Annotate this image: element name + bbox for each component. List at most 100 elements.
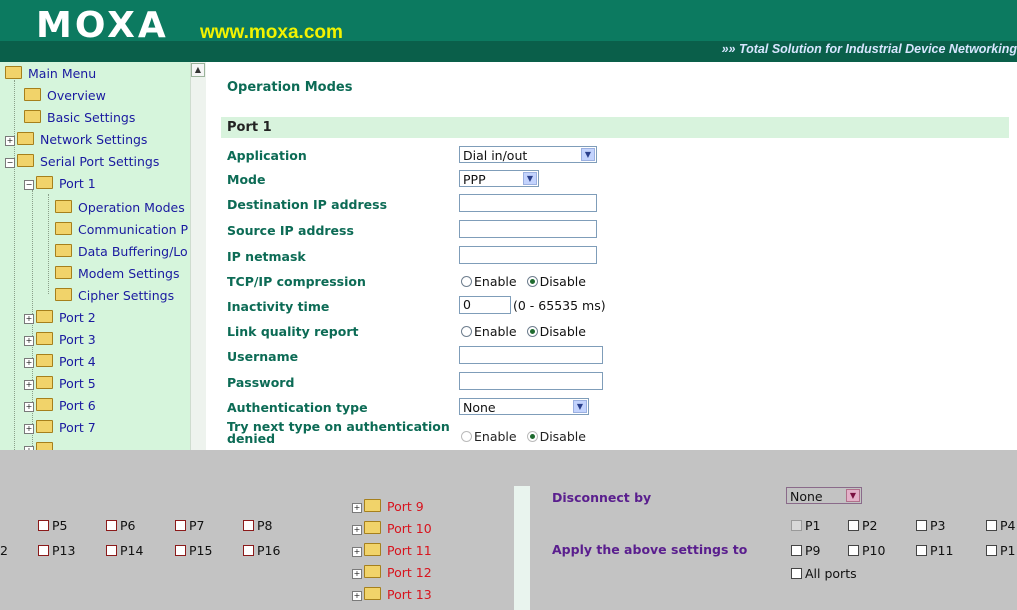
scroll-up-arrow-icon[interactable]: ▲ xyxy=(191,63,205,77)
expand-icon[interactable]: + xyxy=(352,547,362,557)
sidebar-item-cipher-settings[interactable]: Cipher Settings xyxy=(55,286,174,306)
expand-icon[interactable]: + xyxy=(24,424,34,434)
application-select[interactable]: Dial in/out ▼ xyxy=(459,146,597,163)
checkbox-icon[interactable] xyxy=(243,545,254,556)
apply-port-checkbox[interactable]: P4 xyxy=(986,518,1016,533)
left-port-checkbox[interactable]: P6 xyxy=(106,518,136,533)
left-port-checkbox[interactable]: P7 xyxy=(175,518,205,533)
expand-icon[interactable]: + xyxy=(5,136,15,146)
try-next-enable-radio[interactable] xyxy=(461,431,472,442)
try-next-disable-radio[interactable] xyxy=(526,431,538,442)
collapse-icon[interactable]: − xyxy=(5,158,15,168)
checkbox-icon[interactable] xyxy=(38,545,49,556)
sidebar-item-overview[interactable]: Overview xyxy=(24,86,106,106)
apply-port-checkbox[interactable]: P2 xyxy=(848,518,878,533)
apply-port-checkbox[interactable]: P10 xyxy=(848,543,885,558)
checkbox-icon[interactable] xyxy=(986,545,997,556)
left-port-checkbox[interactable]: P13 xyxy=(38,543,75,558)
checkbox-icon[interactable] xyxy=(175,545,186,556)
checkbox-icon[interactable] xyxy=(848,545,859,556)
sidebar-item-port-3[interactable]: + Port 3 xyxy=(24,330,96,350)
checkbox-label: P1 xyxy=(1000,543,1016,558)
sidebar-scrollbar[interactable] xyxy=(190,62,206,450)
expand-icon[interactable]: + xyxy=(24,402,34,412)
expand-icon[interactable]: + xyxy=(352,503,362,513)
sidebar-item-operation-modes[interactable]: Operation Modes xyxy=(55,198,185,218)
password-input[interactable] xyxy=(459,372,603,390)
expand-icon[interactable]: + xyxy=(352,569,362,579)
sidebar-item-port-5[interactable]: + Port 5 xyxy=(24,374,96,394)
checkbox-icon[interactable] xyxy=(791,545,802,556)
checkbox-icon[interactable] xyxy=(106,520,117,531)
checkbox-icon[interactable] xyxy=(916,545,927,556)
sidebar-item-network-settings[interactable]: + Network Settings xyxy=(5,130,147,150)
left-port-checkbox[interactable]: P15 xyxy=(175,543,212,558)
sidebar-item-label: Port 1 xyxy=(59,176,96,191)
source-ip-input[interactable] xyxy=(459,220,597,238)
sidebar-item-basic-settings[interactable]: Basic Settings xyxy=(24,108,135,128)
bottom-overlay-region: 2 P5 P6 P7 P8 P13 P14 P15 P16 + Port 9 + P… xyxy=(0,450,1017,610)
tcp-compression-label: TCP/IP compression xyxy=(227,274,366,289)
tree-port-13[interactable]: + Port 13 xyxy=(352,587,432,602)
apply-port-checkbox[interactable]: P11 xyxy=(916,543,953,558)
try-next-type-label: Try next type on authentication denied xyxy=(227,420,450,445)
auth-type-select[interactable]: None ▼ xyxy=(459,398,589,415)
ip-netmask-input[interactable] xyxy=(459,246,597,264)
sidebar-item-port-7[interactable]: + Port 7 xyxy=(24,418,96,438)
expand-icon[interactable]: + xyxy=(352,525,362,535)
tcp-compression-enable-radio[interactable] xyxy=(461,276,472,287)
expand-icon[interactable]: + xyxy=(24,358,34,368)
disconnect-by-select[interactable]: None ▼ xyxy=(786,487,862,504)
username-input[interactable] xyxy=(459,346,603,364)
sidebar-item-communication[interactable]: Communication P xyxy=(55,220,188,240)
application-label: Application xyxy=(227,148,307,163)
expand-icon[interactable]: + xyxy=(24,314,34,324)
link-quality-enable-radio[interactable] xyxy=(461,326,472,337)
inactivity-time-input[interactable]: 0 xyxy=(459,296,511,314)
tree-port-9[interactable]: + Port 9 xyxy=(352,499,424,514)
tree-port-label: Port 13 xyxy=(387,587,432,602)
try-next-type-radio-group: Enable Disable xyxy=(461,429,586,444)
sidebar-item-port-6[interactable]: + Port 6 xyxy=(24,396,96,416)
checkbox-icon[interactable] xyxy=(916,520,927,531)
all-ports-checkbox[interactable]: All ports xyxy=(791,566,857,581)
sidebar-item-serial-port-settings[interactable]: − Serial Port Settings xyxy=(5,152,159,172)
tree-port-11[interactable]: + Port 11 xyxy=(352,543,432,558)
checkbox-icon[interactable] xyxy=(848,520,859,531)
checkbox-icon[interactable] xyxy=(791,568,802,579)
sidebar-item-main-menu[interactable]: Main Menu xyxy=(5,64,96,84)
sidebar-item-port-8-partial[interactable]: + xyxy=(24,440,59,450)
tree-port-12[interactable]: + Port 12 xyxy=(352,565,432,580)
expand-icon[interactable]: + xyxy=(24,336,34,346)
left-port-checkbox[interactable]: P5 xyxy=(38,518,68,533)
apply-port-checkbox[interactable]: P3 xyxy=(916,518,946,533)
checkbox-icon[interactable] xyxy=(791,520,802,531)
tree-port-10[interactable]: + Port 10 xyxy=(352,521,432,536)
apply-port-checkbox[interactable]: P1 xyxy=(791,518,821,533)
expand-icon[interactable]: + xyxy=(24,380,34,390)
checkbox-icon[interactable] xyxy=(38,520,49,531)
tcp-compression-disable-radio[interactable] xyxy=(526,276,538,287)
link-quality-disable-radio[interactable] xyxy=(526,326,538,337)
expand-icon[interactable]: + xyxy=(352,591,362,601)
checkbox-icon[interactable] xyxy=(243,520,254,531)
checkbox-icon[interactable] xyxy=(106,545,117,556)
left-port-checkbox[interactable]: P8 xyxy=(243,518,273,533)
apply-port-checkbox[interactable]: P9 xyxy=(791,543,821,558)
left-port-checkbox[interactable]: P16 xyxy=(243,543,280,558)
destination-ip-input[interactable] xyxy=(459,194,597,212)
checkbox-label: P14 xyxy=(120,543,144,558)
checkbox-label: P4 xyxy=(1000,518,1016,533)
checkbox-icon[interactable] xyxy=(986,520,997,531)
panel-scroll-strip xyxy=(514,486,530,610)
sidebar-item-port-1[interactable]: − Port 1 xyxy=(24,174,96,194)
sidebar-item-data-buffering[interactable]: Data Buffering/Lo xyxy=(55,242,188,262)
sidebar-item-port-4[interactable]: + Port 4 xyxy=(24,352,96,372)
collapse-icon[interactable]: − xyxy=(24,180,34,190)
apply-port-checkbox[interactable]: P1 xyxy=(986,543,1016,558)
sidebar-item-modem-settings[interactable]: Modem Settings xyxy=(55,264,179,284)
checkbox-icon[interactable] xyxy=(175,520,186,531)
sidebar-item-port-2[interactable]: + Port 2 xyxy=(24,308,96,328)
left-port-checkbox[interactable]: P14 xyxy=(106,543,143,558)
mode-select[interactable]: PPP ▼ xyxy=(459,170,539,187)
